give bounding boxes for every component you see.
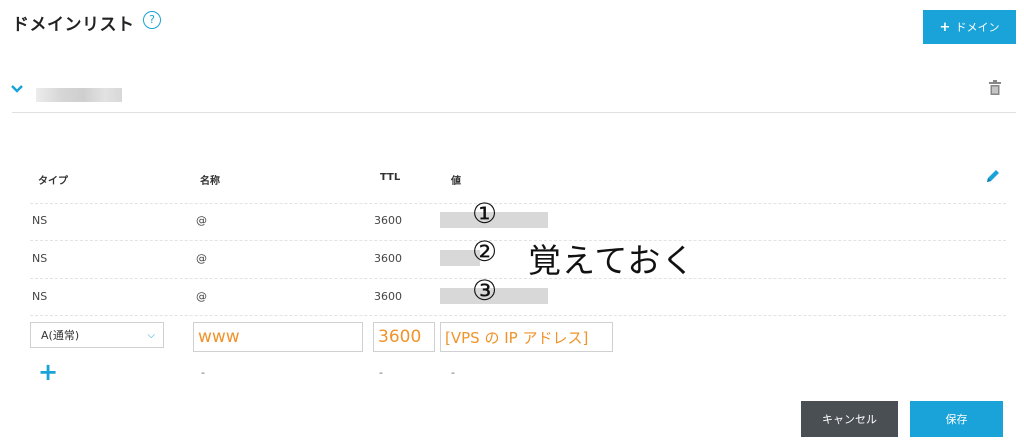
- record-type-selected: A(通常): [41, 329, 80, 342]
- row-3-type: NS: [32, 290, 48, 303]
- row-1-type: NS: [32, 214, 48, 227]
- row-2-name: @: [196, 252, 207, 265]
- placeholder-dash-name: -: [201, 366, 205, 379]
- cancel-button[interactable]: キャンセル: [801, 401, 898, 437]
- annotation-mark-3: ③: [472, 274, 498, 307]
- placeholder-dash-ttl: -: [379, 366, 383, 379]
- add-record-plus-icon[interactable]: +: [38, 360, 58, 384]
- help-icon[interactable]: ?: [143, 11, 161, 29]
- record-name-input[interactable]: www: [193, 322, 363, 352]
- row-divider: [30, 240, 1006, 241]
- row-2-ttl: 3600: [374, 252, 402, 265]
- save-button[interactable]: 保存: [910, 401, 1003, 437]
- add-domain-label: ドメイン: [955, 21, 1000, 34]
- add-domain-button[interactable]: + ドメイン: [923, 10, 1016, 44]
- page-title: ドメインリスト: [12, 15, 135, 35]
- domain-name-redacted: [36, 88, 122, 102]
- column-header-value: 値: [451, 176, 461, 187]
- chevron-down-icon: ⌵: [147, 329, 155, 341]
- column-header-name: 名称: [200, 176, 220, 187]
- row-2-type: NS: [32, 252, 48, 265]
- row-1-ttl: 3600: [374, 214, 402, 227]
- column-header-ttl: TTL: [380, 172, 401, 183]
- row-3-name: @: [196, 290, 207, 303]
- column-header-type: タイプ: [38, 176, 68, 187]
- annotation-note: 覚えておく: [528, 241, 696, 280]
- record-value-input[interactable]: [VPS の IP アドレス]: [440, 322, 613, 352]
- placeholder-dash-value: -: [451, 366, 455, 379]
- annotation-mark-2: ②: [472, 235, 498, 268]
- row-1-name: @: [196, 214, 207, 227]
- annotation-mark-1: ①: [472, 197, 498, 230]
- record-type-select[interactable]: A(通常) ⌵: [30, 322, 164, 348]
- pencil-icon[interactable]: [985, 168, 1001, 184]
- divider: [12, 112, 1016, 113]
- row-divider: [30, 203, 1006, 204]
- plus-icon: +: [939, 19, 951, 35]
- row-3-ttl: 3600: [374, 290, 402, 303]
- row-divider: [30, 278, 1006, 279]
- record-ttl-input[interactable]: 3600: [373, 322, 435, 352]
- chevron-down-icon[interactable]: [10, 84, 24, 94]
- row-divider: [30, 315, 1006, 316]
- trash-icon[interactable]: [988, 80, 1002, 96]
